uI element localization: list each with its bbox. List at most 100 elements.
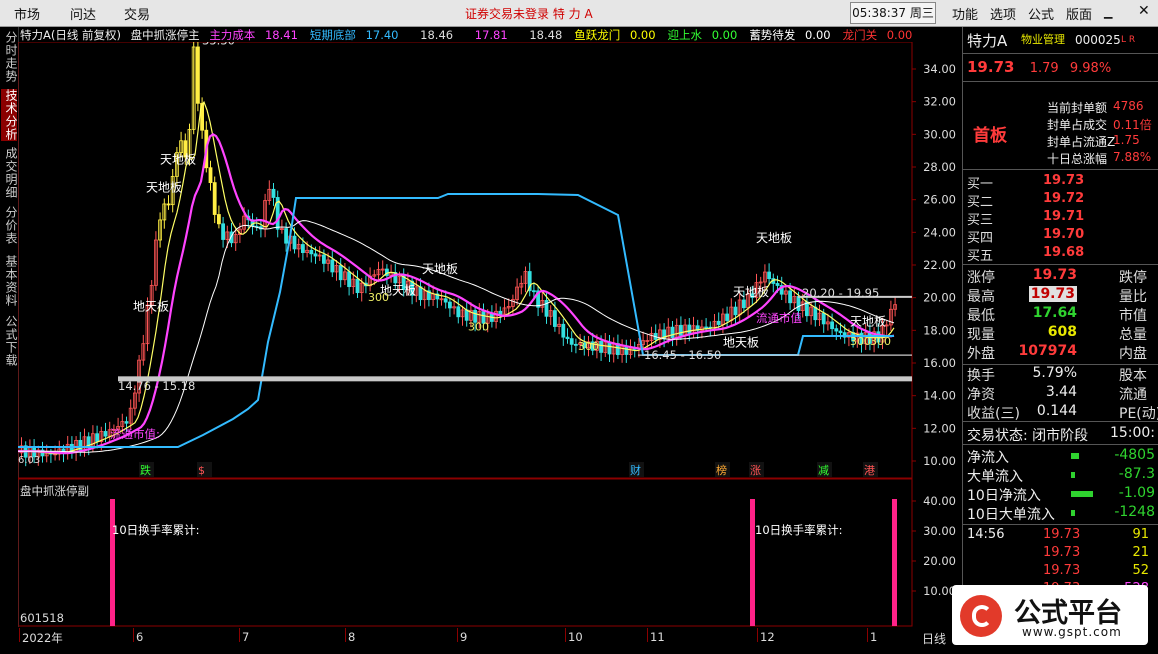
flow-bar bbox=[1071, 510, 1075, 516]
turnover-bar bbox=[750, 499, 755, 626]
period-label[interactable]: 日线 bbox=[922, 630, 946, 647]
sub-tick-label: 20.00 bbox=[923, 554, 956, 568]
industry-label[interactable]: 物业管理 bbox=[1021, 31, 1065, 47]
stat-row: 最高 19.73 量比 bbox=[967, 286, 1147, 305]
flow-row: 大单流入 -87.3 bbox=[967, 466, 1155, 485]
x-axis-tick bbox=[867, 628, 868, 642]
tab-price-table[interactable]: 分价表 bbox=[1, 205, 18, 245]
indicator-name[interactable]: 盘中抓涨停主 bbox=[131, 28, 200, 42]
flow-row: 10日大单流入 -1248 bbox=[967, 504, 1155, 523]
candle-body bbox=[338, 265, 343, 281]
menu-layout[interactable]: 版面 bbox=[1066, 4, 1092, 23]
price-tick-label: 30.00 bbox=[923, 127, 956, 141]
price-tick-label: 14.00 bbox=[923, 389, 956, 403]
event-mark: 减 bbox=[818, 464, 829, 477]
candle-body bbox=[309, 249, 314, 255]
price-change-pct: 9.98% bbox=[1069, 61, 1112, 76]
float-value-label: 流通市值: bbox=[110, 427, 160, 441]
menu-trade[interactable]: 交易 bbox=[124, 4, 150, 23]
candle-body bbox=[813, 306, 818, 321]
last-price: 19.73 bbox=[967, 58, 1015, 76]
header-item: 鱼跃龙门 0.00 bbox=[574, 28, 656, 42]
header-item: 17.81 bbox=[474, 28, 508, 42]
low-label: 6.03 bbox=[18, 455, 40, 466]
menu-market[interactable]: 市场 bbox=[14, 4, 40, 23]
event-mark: $ bbox=[198, 464, 205, 477]
main-frame bbox=[18, 42, 913, 479]
x-axis-tick bbox=[457, 628, 458, 642]
candle-body bbox=[330, 259, 335, 273]
event-mark: 港 bbox=[864, 464, 875, 477]
count-300-label: 300 bbox=[578, 340, 599, 353]
menu-formula[interactable]: 公式 bbox=[1028, 4, 1054, 23]
bid-row: 买四 19.70 bbox=[967, 227, 1085, 246]
stat-row: 最低 17.64 市值 bbox=[967, 305, 1147, 324]
tab-formula-download[interactable]: 公式下载 bbox=[1, 315, 18, 367]
candle-body bbox=[212, 182, 217, 215]
candle-body bbox=[767, 271, 771, 279]
menu-wenda[interactable]: 问达 bbox=[70, 4, 96, 23]
turnover-bar bbox=[110, 499, 115, 626]
candle-body bbox=[221, 223, 226, 240]
tab-trades[interactable]: 成交明细 bbox=[1, 147, 18, 199]
candle-body bbox=[607, 341, 612, 355]
x-axis-label: 9 bbox=[460, 630, 468, 644]
tiandiban-label: 天地板 bbox=[850, 314, 886, 328]
bid-row: 买三 19.71 bbox=[967, 209, 1085, 228]
x-axis-label: 6 bbox=[136, 630, 144, 644]
left-tabs: 分时走势 技术分析 成交明细 分价表 基本资料 公式下载 bbox=[0, 27, 19, 627]
flow-row: 10日净流入 -1.09 bbox=[967, 485, 1155, 504]
flow-row: 净流入 -4805 bbox=[967, 447, 1155, 466]
event-mark: 财 bbox=[630, 463, 641, 477]
price-tick-label: 10.00 bbox=[923, 454, 956, 468]
candle-body bbox=[553, 310, 557, 327]
price-tick-label: 32.00 bbox=[923, 95, 956, 109]
menu-options[interactable]: 选项 bbox=[990, 4, 1016, 23]
x-axis-label: 11 bbox=[650, 630, 665, 644]
tab-intraday[interactable]: 分时走势 bbox=[1, 31, 18, 83]
bid-row: 买五 19.68 bbox=[967, 245, 1085, 264]
close-icon[interactable]: ✕ bbox=[1138, 3, 1150, 19]
candle-body bbox=[284, 228, 289, 244]
price-tick-label: 22.00 bbox=[923, 258, 956, 272]
tab-technical[interactable]: 技术分析 bbox=[1, 89, 18, 141]
header-item: 龙门关 0.00 bbox=[842, 28, 913, 42]
candle-body bbox=[838, 330, 843, 334]
tick-row: 19.73 21 bbox=[1043, 545, 1149, 560]
tick-row: 14:56 19.73 91 bbox=[967, 527, 1149, 542]
menu-function[interactable]: 功能 bbox=[952, 4, 978, 23]
sub-chart-title: 盘中抓涨停副 bbox=[20, 484, 89, 498]
event-mark: 跌 bbox=[140, 463, 151, 477]
float-value-label-2: 流通市值 bbox=[756, 311, 802, 325]
minimize-icon[interactable]: ▁ bbox=[1104, 6, 1112, 19]
seal-row: 封单占成交 0.11倍 bbox=[1047, 118, 1152, 132]
x-axis-label: 12 bbox=[760, 630, 775, 644]
stock-name: 特力A bbox=[967, 32, 1008, 50]
sub-tick-label: 40.00 bbox=[923, 494, 956, 508]
range-bar-1 bbox=[118, 376, 912, 382]
candle-body bbox=[704, 326, 708, 329]
candle-body bbox=[300, 244, 305, 253]
candle-body bbox=[670, 326, 675, 338]
kline-chart[interactable]: 34.00 32.00 30.00 28.00 26.00 24.00 22.00 20.00… bbox=[18, 42, 962, 628]
price-tick-label: 20.00 bbox=[923, 291, 956, 305]
turnover-label: 10日换手率累计: bbox=[112, 523, 200, 537]
price-change: 1.79 bbox=[1029, 61, 1059, 76]
high-label: 35.30 bbox=[202, 42, 235, 48]
candle-body bbox=[124, 421, 129, 424]
stat2-row: 收益(三) 0.144 PE(动) bbox=[967, 403, 1158, 422]
candle-body bbox=[103, 431, 108, 437]
count-300-label: 300 bbox=[368, 291, 389, 304]
sub-chart-code: 601518 bbox=[20, 611, 64, 625]
stock-chart-title: 特力A(日线 前复权) bbox=[20, 28, 121, 42]
header-item: 迎上水 0.00 bbox=[667, 28, 738, 42]
candle-body bbox=[830, 321, 834, 330]
candle-body bbox=[742, 299, 746, 309]
candle-body bbox=[733, 306, 738, 316]
x-axis-label: 2022年 bbox=[22, 631, 63, 645]
bid-row: 买一 19.73 bbox=[967, 173, 1085, 192]
flow-bar bbox=[1071, 491, 1093, 497]
candle-body bbox=[716, 320, 721, 325]
tab-profile[interactable]: 基本资料 bbox=[1, 255, 18, 307]
tiandiban-label: 天地板 bbox=[160, 153, 196, 167]
